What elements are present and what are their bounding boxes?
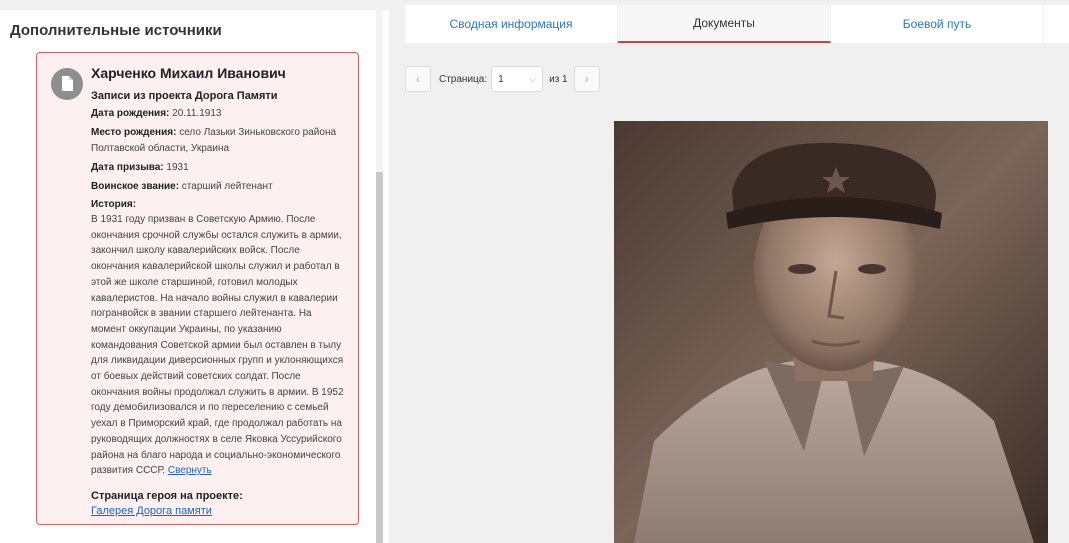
card-body: Харченко Михаил Иванович Записи из проек… xyxy=(91,63,347,519)
hero-page-label: Страница героя на проекте: xyxy=(91,489,243,502)
draft-date-field: Дата призыва: 1931 xyxy=(91,162,189,173)
panel-title: Дополнительные источники xyxy=(10,22,222,39)
next-page-button[interactable]: › xyxy=(573,66,600,92)
additional-sources-panel: Дополнительные источники Харченко Михаил… xyxy=(0,10,389,543)
chevron-right-icon: › xyxy=(584,72,589,86)
history-text: В 1931 году призван в Советскую Армию. П… xyxy=(91,214,344,477)
page-total: из 1 xyxy=(549,73,568,85)
gallery-link[interactable]: Галерея Дорога памяти xyxy=(91,503,347,519)
source-card: Харченко Михаил Иванович Записи из проек… xyxy=(36,52,359,525)
person-name: Харченко Михаил Иванович xyxy=(91,65,286,81)
birth-place-field: Место рождения: село Лазьки Зиньковского… xyxy=(91,127,337,154)
birth-date-field: Дата рождения: 20.11.1913 xyxy=(91,108,222,119)
scrollbar-thumb[interactable] xyxy=(376,172,383,543)
prev-page-button[interactable]: ‹ xyxy=(405,66,431,92)
project-title: Записи из проекта Дорога Памяти xyxy=(91,90,278,102)
collapse-link[interactable]: Свернуть xyxy=(168,465,212,476)
portrait-image xyxy=(614,121,1048,543)
page-select-value: 1 xyxy=(498,73,504,85)
page-select[interactable]: 1 ⌵ xyxy=(491,66,544,92)
document-photo xyxy=(614,121,1048,543)
military-rank-field: Воинское звание: старший лейтенант xyxy=(91,181,273,192)
chevron-down-icon: ⌵ xyxy=(529,73,537,84)
tab-more[interactable] xyxy=(1044,5,1069,43)
document-icon xyxy=(51,68,83,100)
tab-summary[interactable]: Сводная информация xyxy=(405,5,618,43)
history-label: История: xyxy=(91,199,137,210)
tab-bar: Сводная информация Документы Боевой путь xyxy=(405,5,1069,43)
tab-documents[interactable]: Документы xyxy=(618,5,831,43)
chevron-left-icon: ‹ xyxy=(416,72,420,86)
tab-combat-path[interactable]: Боевой путь xyxy=(831,5,1044,43)
pager: ‹ Страница: 1 ⌵ из 1 › xyxy=(405,66,600,92)
page-label: Страница: xyxy=(439,73,488,85)
